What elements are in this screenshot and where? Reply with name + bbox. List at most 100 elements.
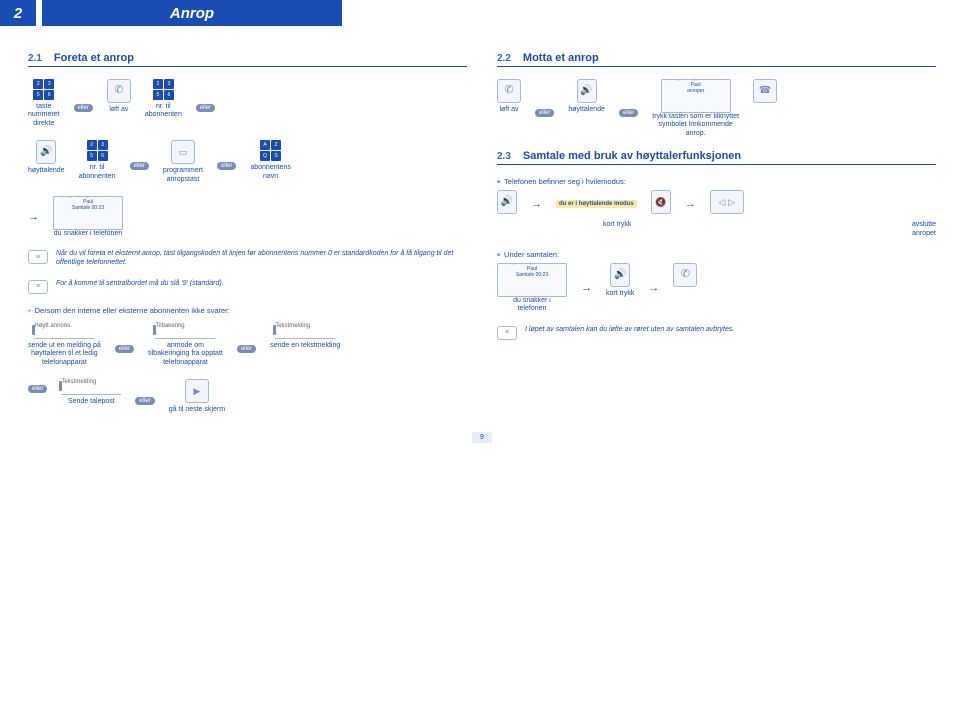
or-badge: eller [115, 345, 134, 353]
left-column: 2.1 Foreta et anrop 2356 taste nummeret … [28, 52, 467, 426]
keypad-icon: 2356 [33, 79, 54, 100]
arrow-icon: → [581, 282, 592, 294]
incoming-phone [753, 79, 777, 106]
name-keys: AZQS abonnentens navn [250, 140, 290, 181]
section-title: Samtale med bruk av høyttalerfunksjonen [523, 150, 741, 162]
softkey-label: Tekstmelding [275, 323, 335, 339]
or-badge: eller [135, 397, 154, 405]
chapter-header: 2 Anrop [0, 0, 960, 26]
note-2: ≡ For å komme til sentralbordet må du sl… [28, 280, 467, 294]
softkey-label: Tilbakering [155, 323, 215, 339]
yellow-note: du er i høyttalende modus [556, 200, 637, 208]
label: gå til neste skjerm [169, 406, 225, 414]
softkey-2: Tilbakering anmode om tilbakeringing fra… [148, 323, 223, 367]
handset-icon [107, 79, 131, 103]
vol-icon: ◁ ▷ [710, 190, 744, 214]
section-title: Foreta et anrop [54, 52, 134, 64]
note-1: ≡ Når du vil foreta et eksternt anrop, t… [28, 250, 467, 268]
right-column: 2.2 Motta et anrop løft av eller høyttal… [497, 52, 936, 426]
keypad-item-3: 2356 nr. til abonnenten [79, 140, 116, 181]
page-number-value: 9 [472, 432, 492, 443]
label: høyttalende [568, 106, 605, 114]
speaker-icon [610, 263, 630, 287]
or-badge: eller [130, 162, 149, 170]
softkey-label: Høytt.annons. [34, 323, 94, 339]
or-badge: eller [237, 345, 256, 353]
lift-handset: løft av [107, 79, 131, 114]
lcd-line2: Samtale 00:23 [501, 272, 563, 278]
or-badge: eller [28, 385, 47, 393]
softkey-4: Tekstmelding Sende talepost [61, 379, 121, 406]
or-badge: eller [619, 109, 638, 117]
label: avslutte anropet [912, 221, 936, 238]
label: abonnentens navn [250, 164, 290, 181]
note-text: Når du vil foreta et eksternt anrop, tas… [56, 250, 467, 268]
arrow-icon: → [685, 198, 696, 210]
next-icon: ▶ [185, 379, 209, 403]
screen-display-2: ∩ ▵ ○ ● Paul Samtale 00:23 du snakker i … [497, 263, 567, 314]
page-number: 9 [28, 432, 936, 443]
end-call: avslutte anropet [912, 221, 936, 238]
section-title: Motta et anrop [523, 52, 599, 64]
lift-handset: løft av [497, 79, 521, 114]
note-3: ≡ I løpet av samtalen kan du løfte av rø… [497, 326, 936, 340]
speaker-item: høyttalende [28, 140, 65, 175]
arrow-icon: → [648, 282, 659, 294]
label: kort trykk [606, 290, 634, 298]
arrow-icon: → [531, 198, 542, 210]
note-icon: ≡ [497, 326, 517, 340]
softkey-3: Tekstmelding sende en tekstmelding [270, 323, 340, 350]
lcd-line2: Samtale 00:23 [57, 205, 119, 211]
section-number: 2.2 [497, 53, 511, 64]
lcd-line2: anroper [665, 88, 727, 94]
speaker-icon [36, 140, 56, 164]
speaker-off: 🔇 [651, 190, 671, 217]
keypad-icon: 2356 [153, 79, 174, 100]
label: kort trykk [603, 221, 631, 229]
label: løft av [499, 106, 518, 114]
speaker-icon: 🔇 [651, 190, 671, 214]
label: trykk tasten som er tilknyttet symbolet … [652, 113, 739, 138]
bullet-idle: Telefonen befinner seg i hvilemodus: [497, 177, 936, 186]
arrow-icon: → [28, 211, 39, 223]
keypad-item-2: 2356 nr. til abonnenten [145, 79, 182, 120]
handset-icon [673, 263, 697, 287]
screen-display: ∩ ▵ ○ ● Paul Samtale 00:23 du snakker i … [53, 196, 123, 238]
note-text: I løpet av samtalen kan du løfte av røre… [525, 326, 734, 335]
softkey-label: Tekstmelding [61, 379, 121, 395]
section-2-3-head: 2.3 Samtale med bruk av høyttalerfunksjo… [497, 150, 936, 165]
speaker-item [497, 190, 517, 217]
lcd-icon: ∩ ▵ ○ ● Paul Samtale 00:23 [497, 263, 567, 297]
section-number: 2.3 [497, 151, 511, 162]
speaker-item: kort trykk [606, 263, 634, 298]
bullet-during: Under samtalen: [497, 250, 936, 259]
or-badge: eller [217, 162, 236, 170]
label: programmert anropstast [163, 167, 203, 184]
prog-key-icon: ▭ [171, 140, 195, 164]
section-2-2-head: 2.2 Motta et anrop [497, 52, 936, 67]
label: taste nummeret direkte [28, 103, 60, 128]
incoming-screen: ∩ ▵ ○ ● Paul anroper trykk tasten som er… [652, 79, 739, 138]
note-text: For å komme til sentralbordet må du slå … [56, 280, 224, 289]
or-badge: eller [74, 104, 93, 112]
label: anmode om tilbakeringing fra opptatt tel… [148, 342, 223, 367]
chapter-title: Anrop [42, 0, 342, 26]
label: Sende talepost [68, 398, 115, 406]
or-badge: eller [535, 109, 554, 117]
note-icon: ≡ [28, 280, 48, 294]
label: nr. til abonnenten [79, 164, 116, 181]
label: nr. til abonnenten [145, 103, 182, 120]
mute-icons: ◁ ▷ [710, 190, 744, 217]
label: høyttalende [28, 167, 65, 175]
keypad-item: 2356 taste nummeret direkte [28, 79, 60, 128]
section-number: 2.1 [28, 53, 42, 64]
speaker-item: høyttalende [568, 79, 605, 114]
lcd-icon: ∩ ▵ ○ ● Paul anroper [661, 79, 731, 113]
label: løft av [109, 106, 128, 114]
sub-bullet: Dersom den interne eller eksterne abonne… [28, 306, 467, 315]
next-screen: ▶ gå til neste skjerm [169, 379, 225, 414]
label: sende en tekstmelding [270, 342, 340, 350]
softkey-1: Høytt.annons. sende ut en melding på høy… [28, 323, 101, 367]
keypad-icon: 2356 [87, 140, 108, 161]
speaker-icon [497, 190, 517, 214]
